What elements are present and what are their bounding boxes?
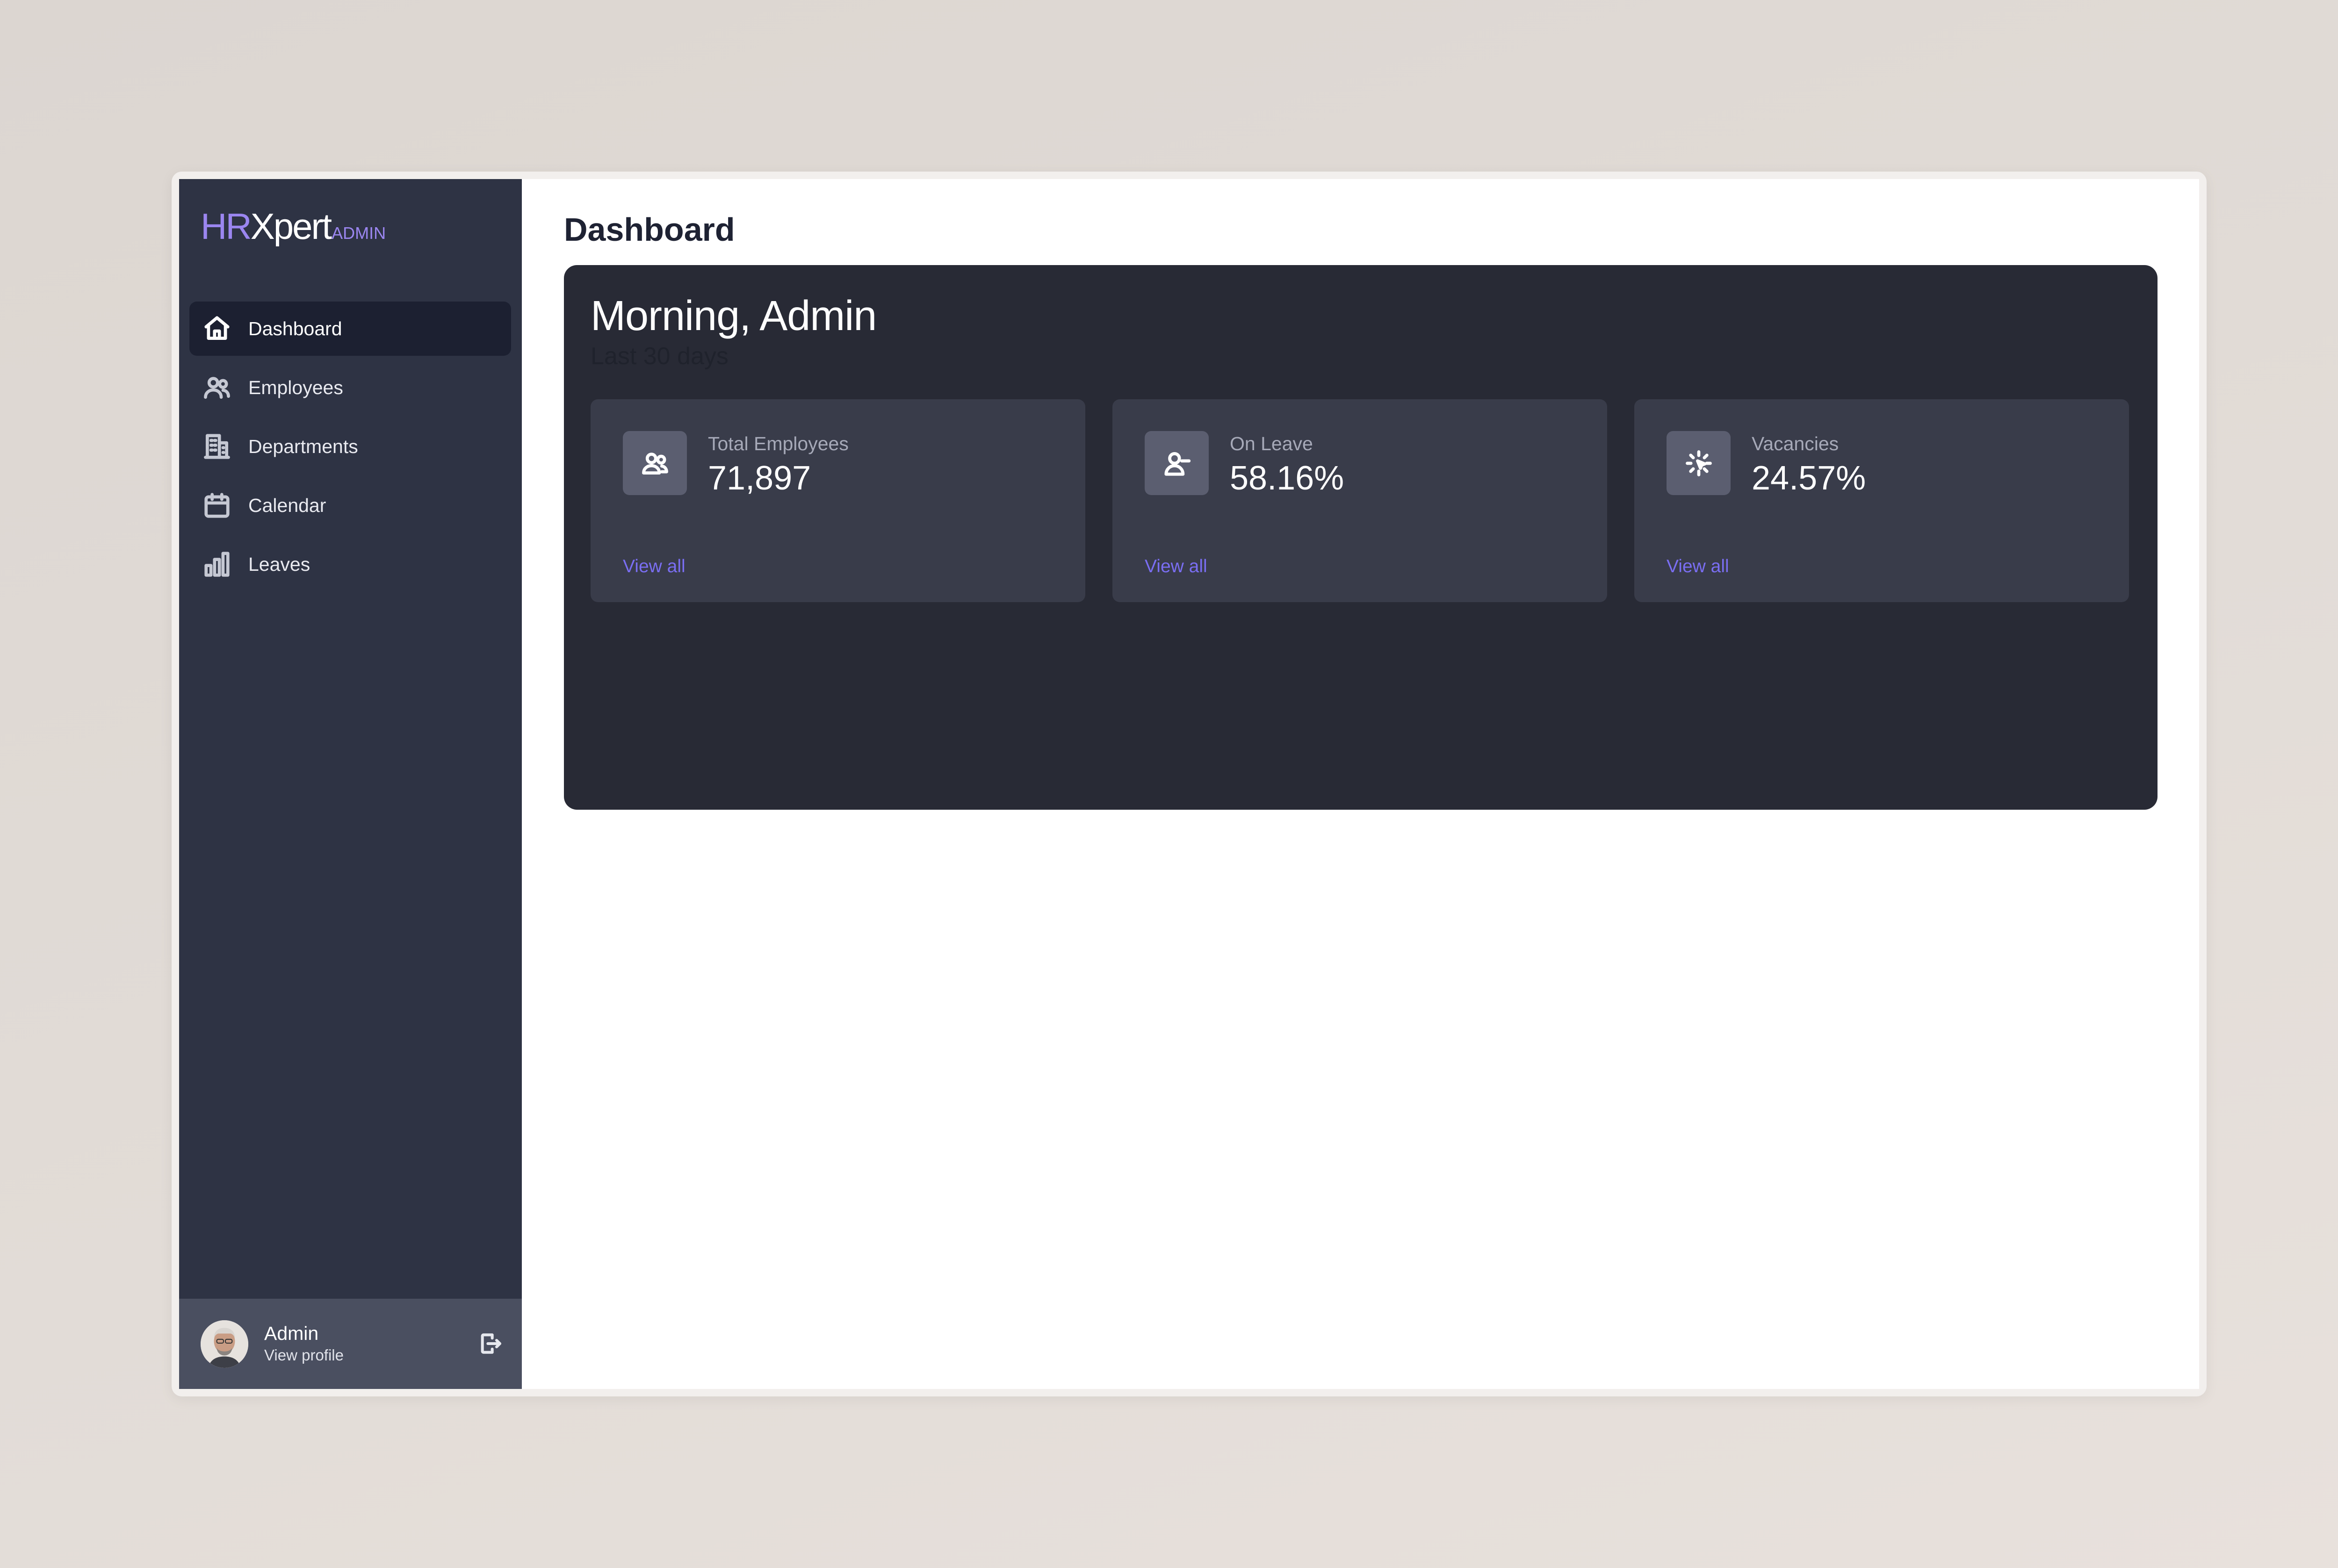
- sidebar-item-calendar[interactable]: Calendar: [189, 478, 511, 532]
- sidebar-item-label: Calendar: [248, 494, 326, 516]
- user-minus-icon: [1145, 431, 1209, 495]
- sidebar-nav: Dashboard Employees Departments Calendar…: [189, 302, 511, 596]
- sidebar-item-dashboard[interactable]: Dashboard: [189, 302, 511, 356]
- sidebar-item-departments[interactable]: Departments: [189, 419, 511, 474]
- sidebar-item-label: Employees: [248, 376, 343, 398]
- building-icon: [202, 432, 231, 461]
- home-icon: [202, 314, 231, 343]
- view-profile-link[interactable]: View profile: [264, 1345, 344, 1366]
- app-window: HR Xpert ADMIN Dashboard Employees Depar…: [179, 179, 2199, 1389]
- logo-admin-suffix: ADMIN: [332, 223, 386, 243]
- logout-icon: [481, 1333, 502, 1354]
- main-content: Dashboard Morning, Admin Last 30 days To…: [522, 179, 2199, 1389]
- avatar[interactable]: [201, 1320, 248, 1368]
- sidebar-item-label: Departments: [248, 435, 358, 457]
- calendar-icon: [202, 491, 231, 520]
- sidebar: HR Xpert ADMIN Dashboard Employees Depar…: [179, 179, 522, 1389]
- users-icon: [202, 373, 231, 402]
- users-icon: [623, 431, 687, 495]
- stat-value: 58.16%: [1230, 460, 1344, 497]
- page-title: Dashboard: [564, 211, 735, 248]
- sidebar-item-label: Dashboard: [248, 317, 342, 339]
- greeting: Morning, Admin: [591, 293, 877, 339]
- period-subtitle: Last 30 days: [591, 343, 729, 370]
- sidebar-item-employees[interactable]: Employees: [189, 360, 511, 415]
- cursor-click-icon: [1667, 431, 1731, 495]
- logo-xpert: Xpert: [250, 206, 332, 247]
- profile-section: Admin View profile: [179, 1299, 522, 1389]
- stat-card-total-employees: Total Employees 71,897 View all: [591, 399, 1085, 602]
- stat-cards: Total Employees 71,897 View all On Leave…: [591, 399, 2129, 602]
- profile-name: Admin: [264, 1323, 319, 1345]
- view-all-link[interactable]: View all: [1145, 556, 1207, 577]
- bar-chart-icon: [202, 550, 231, 579]
- view-all-link[interactable]: View all: [1667, 556, 1729, 577]
- view-all-link[interactable]: View all: [623, 556, 686, 577]
- profile-text: Admin View profile: [264, 1322, 344, 1365]
- stat-card-on-leave: On Leave 58.16% View all: [1112, 399, 1607, 602]
- app-frame: HR Xpert ADMIN Dashboard Employees Depar…: [172, 172, 2207, 1396]
- stat-value: 71,897: [708, 460, 811, 497]
- sidebar-item-label: Leaves: [248, 553, 310, 575]
- stat-value: 24.57%: [1752, 460, 1866, 497]
- sidebar-item-leaves[interactable]: Leaves: [189, 537, 511, 591]
- welcome-panel: Morning, Admin Last 30 days Total Employ…: [564, 265, 2158, 810]
- logo-hr: HR: [201, 206, 252, 247]
- stat-label: Total Employees: [708, 433, 849, 454]
- stat-label: On Leave: [1230, 433, 1313, 454]
- stat-card-vacancies: Vacancies 24.57% View all: [1634, 399, 2129, 602]
- logo[interactable]: HR Xpert ADMIN: [201, 208, 386, 245]
- logout-button[interactable]: [477, 1331, 503, 1357]
- stat-label: Vacancies: [1752, 433, 1839, 454]
